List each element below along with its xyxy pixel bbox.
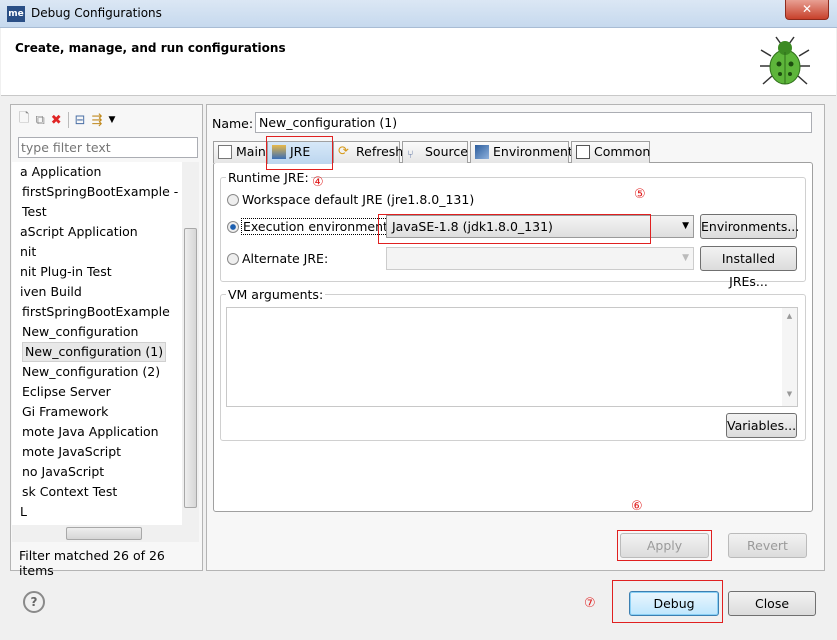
common-icon bbox=[576, 145, 590, 159]
app-icon: me bbox=[7, 6, 25, 22]
horizontal-scrollbar[interactable] bbox=[12, 525, 199, 542]
header-title: Create, manage, and run configurations bbox=[15, 41, 286, 55]
title-bar: me Debug Configurations ✕ bbox=[0, 0, 837, 28]
alternate-jre-select[interactable]: ▼ bbox=[386, 247, 694, 270]
scroll-thumb[interactable] bbox=[184, 228, 197, 508]
environment-icon bbox=[475, 145, 489, 159]
dialog-header: Create, manage, and run configurations bbox=[1, 28, 836, 96]
help-icon[interactable]: ? bbox=[23, 591, 45, 613]
duplicate-icon[interactable]: ⧉ bbox=[35, 113, 44, 128]
window-close-button[interactable]: ✕ bbox=[785, 0, 829, 20]
tree-item[interactable]: aScript Application bbox=[20, 222, 138, 242]
tab-label: Environment bbox=[493, 144, 573, 159]
tree-item[interactable]: mote JavaScript bbox=[22, 442, 121, 462]
refresh-icon: ⟳ bbox=[338, 144, 349, 159]
name-input[interactable] bbox=[255, 112, 812, 133]
alternate-jre-label[interactable]: Alternate JRE: bbox=[242, 251, 328, 266]
filter-icon[interactable]: ⇶ bbox=[92, 113, 103, 128]
variables-button[interactable]: Variables... bbox=[726, 413, 797, 438]
new-config-icon[interactable]: 🗋 bbox=[19, 109, 29, 131]
alternate-jre-radio[interactable] bbox=[227, 253, 239, 265]
tree-item[interactable]: L bbox=[20, 502, 27, 522]
main-tab-icon bbox=[218, 145, 232, 159]
tab-environment[interactable]: Environment bbox=[470, 141, 573, 163]
tree-item[interactable]: Gi Framework bbox=[22, 402, 108, 422]
annotation-5: ⑤ bbox=[634, 187, 646, 202]
tab-main[interactable]: Main bbox=[213, 141, 267, 163]
installed-jres-button[interactable]: Installed JREs... bbox=[700, 246, 797, 289]
annotation-box-apply bbox=[617, 530, 712, 561]
close-button[interactable]: Close bbox=[728, 591, 816, 616]
window-title: Debug Configurations bbox=[31, 6, 162, 20]
tree-item[interactable]: nit bbox=[20, 242, 36, 262]
chevron-down-icon: ▼ bbox=[682, 253, 689, 263]
annotation-box-exec-env bbox=[378, 214, 651, 244]
tab-label: Source bbox=[425, 144, 468, 159]
tab-source[interactable]: ⑂ Source bbox=[402, 141, 468, 163]
workspace-default-label[interactable]: Workspace default JRE (jre1.8.0_131) bbox=[242, 192, 474, 207]
collapse-all-icon[interactable]: ⊟ bbox=[75, 113, 86, 128]
annotation-6: ⑥ bbox=[631, 499, 643, 514]
tab-label: Main bbox=[236, 144, 266, 159]
execution-environment-radio[interactable] bbox=[227, 221, 239, 233]
delete-icon[interactable]: ✖ bbox=[51, 113, 62, 128]
runtime-jre-label: Runtime JRE: bbox=[226, 170, 311, 185]
tree-item[interactable]: nit Plug-in Test bbox=[20, 262, 112, 282]
tree-item[interactable]: Eclipse Server bbox=[22, 382, 111, 402]
annotation-4: ④ bbox=[312, 175, 324, 190]
workspace-default-radio[interactable] bbox=[227, 194, 239, 206]
filter-status: Filter matched 26 of 26 items bbox=[19, 548, 165, 578]
tree-item[interactable]: Test bbox=[22, 202, 47, 222]
tab-common[interactable]: Common bbox=[571, 141, 650, 163]
chevron-down-icon: ▼ bbox=[682, 221, 689, 231]
tree-item[interactable]: a Application bbox=[20, 162, 101, 182]
tree-item[interactable]: firstSpringBootExample bbox=[22, 302, 170, 322]
annotation-box-jre-tab bbox=[266, 136, 333, 170]
tree-item[interactable]: New_configuration bbox=[22, 322, 138, 342]
tree-item[interactable]: New_configuration (2) bbox=[22, 362, 160, 382]
h-scroll-thumb[interactable] bbox=[66, 527, 142, 540]
tree-item[interactable]: New_configuration (1) bbox=[22, 342, 167, 362]
bug-icon bbox=[760, 36, 810, 85]
config-tree: a Application firstSpringBootExample - E:… bbox=[12, 162, 183, 525]
filter-input[interactable] bbox=[18, 137, 198, 158]
tab-label: Refresh bbox=[356, 144, 404, 159]
toolbar-divider bbox=[67, 112, 69, 128]
tree-item[interactable]: sk Context Test bbox=[22, 482, 117, 502]
annotation-7: ⑦ bbox=[584, 596, 596, 611]
config-tree-panel: 🗋 ⧉ ✖ ⊟ ⇶ ▼ a ApplicationfirstSpringBoot… bbox=[10, 104, 203, 578]
dropdown-icon[interactable]: ▼ bbox=[108, 115, 115, 125]
tree-item[interactable]: firstSpringBootExample - E: bbox=[22, 182, 183, 202]
vertical-scrollbar[interactable] bbox=[182, 162, 199, 525]
tree-item[interactable]: mote Java Application bbox=[22, 422, 159, 442]
execution-environment-label[interactable]: Execution environment: bbox=[241, 218, 395, 235]
revert-button[interactable]: Revert bbox=[728, 533, 807, 558]
source-icon: ⑂ bbox=[407, 148, 414, 161]
environments-button[interactable]: Environments... bbox=[700, 214, 799, 239]
annotation-box-debug bbox=[612, 580, 723, 623]
vm-arguments-textarea[interactable]: ▲ ▼ bbox=[226, 307, 798, 407]
vm-arguments-label: VM arguments: bbox=[226, 287, 326, 302]
tree-item[interactable]: no JavaScript bbox=[22, 462, 104, 482]
name-label: Name: bbox=[212, 116, 254, 131]
tree-item[interactable]: iven Build bbox=[20, 282, 82, 302]
textarea-scrollbar[interactable]: ▲ ▼ bbox=[782, 308, 797, 406]
tab-refresh[interactable]: ⟳ Refresh bbox=[333, 141, 404, 163]
tab-label: Common bbox=[594, 144, 651, 159]
